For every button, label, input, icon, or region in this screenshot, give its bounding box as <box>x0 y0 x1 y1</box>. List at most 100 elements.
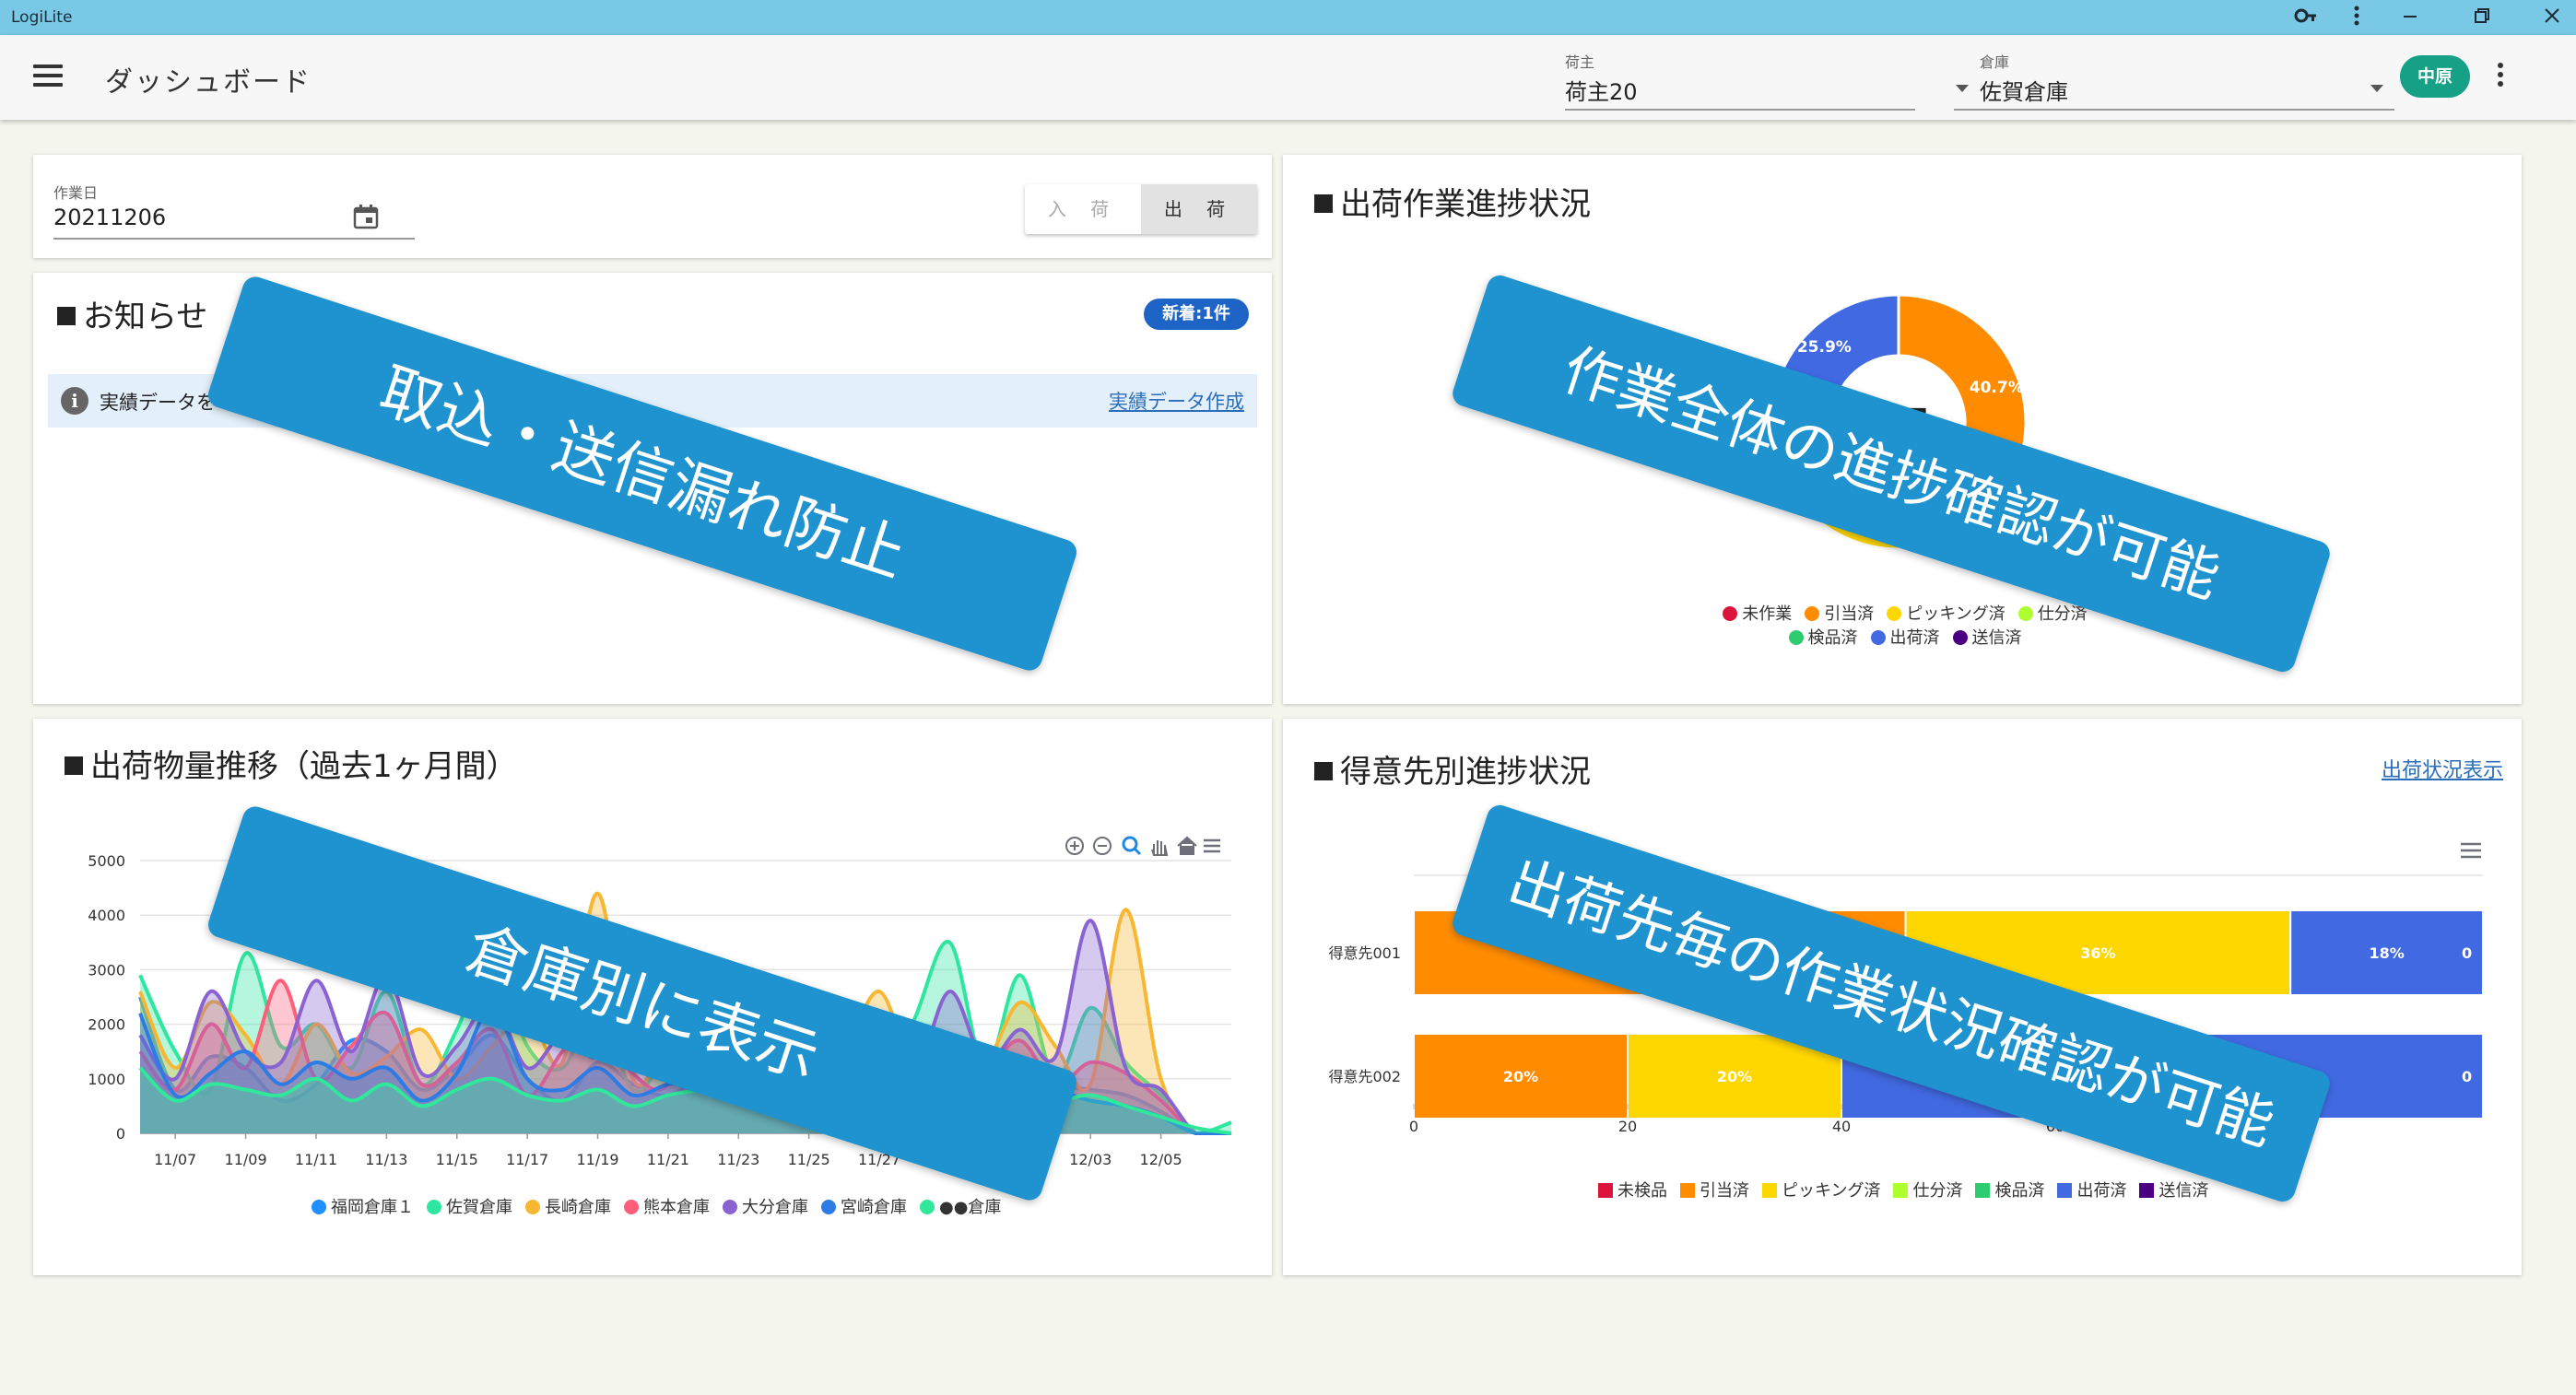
legend-marker <box>1975 1183 1991 1198</box>
restore-icon[interactable] <box>2468 4 2496 36</box>
legend-item[interactable]: 仕分済 <box>1893 1178 1962 1202</box>
shipper-label: 荷主 <box>1565 53 1595 71</box>
legend-label: 検品済 <box>1994 1181 2045 1201</box>
legend-marker <box>2017 606 2033 621</box>
x-tick-label: 40 <box>1832 1118 1851 1135</box>
x-tick-label: 0 <box>1409 1118 1418 1135</box>
x-tick-label: 12/03 <box>1069 1151 1112 1168</box>
dropdown-arrow-icon[interactable] <box>2370 85 2383 92</box>
close-icon[interactable] <box>2538 4 2566 36</box>
legend-marker <box>1870 630 1886 645</box>
legend-label: 仕分済 <box>2037 604 2088 624</box>
x-tick-label: 11/11 <box>295 1151 337 1168</box>
legend-label: 送信済 <box>1971 628 2022 648</box>
square-bullet-icon <box>65 756 83 775</box>
legend-item[interactable]: 送信済 <box>2139 1178 2208 1202</box>
legend-item[interactable]: 宮崎倉庫 <box>821 1194 907 1218</box>
legend-item[interactable]: 未作業 <box>1723 601 1792 625</box>
legend-label: ●●倉庫 <box>939 1198 1002 1217</box>
square-bullet-icon <box>1314 194 1333 213</box>
customer-title-text: 得意先別進捗状況 <box>1340 754 1591 791</box>
x-tick-label: 11/17 <box>506 1151 548 1168</box>
warehouse-select[interactable]: 倉庫 佐賀倉庫 <box>1954 46 2394 111</box>
date-card: 作業日 20211206 入 荷 出 荷 <box>33 155 1272 258</box>
legend-item[interactable]: 出荷済 <box>2057 1178 2126 1202</box>
warehouse-label: 倉庫 <box>1980 53 2010 71</box>
legend-marker <box>525 1200 540 1214</box>
legend-item[interactable]: 福岡倉庫１ <box>312 1194 414 1218</box>
legend-marker <box>821 1200 836 1214</box>
shipment-status-link[interactable]: 出荷状況表示 <box>2382 754 2503 783</box>
outbound-toggle-button[interactable]: 出 荷 <box>1141 184 1257 234</box>
legend-item[interactable]: 検品済 <box>1788 625 1858 649</box>
legend-item[interactable]: ●●倉庫 <box>920 1194 1001 1218</box>
legend-item[interactable]: 引当済 <box>1805 601 1874 625</box>
legend-label: 引当済 <box>1824 604 1875 624</box>
bar-data-label: 20% <box>1503 1068 1538 1085</box>
legend-label: 佐賀倉庫 <box>446 1198 512 1217</box>
square-bullet-icon <box>1314 762 1333 780</box>
window-title: LogiLite <box>11 8 73 27</box>
create-results-link[interactable]: 実績データ作成 <box>1109 387 1244 415</box>
x-tick-label: 11/13 <box>365 1151 407 1168</box>
legend-marker <box>624 1200 639 1214</box>
x-tick-label: 11/07 <box>154 1151 196 1168</box>
window-titlebar: LogiLite <box>0 0 2576 35</box>
minimize-icon[interactable] <box>2396 4 2424 36</box>
legend-label: 送信済 <box>2158 1181 2209 1201</box>
legend-label: 未作業 <box>1742 604 1793 624</box>
x-tick-label: 20 <box>1618 1118 1637 1135</box>
legend-label: 熊本倉庫 <box>643 1198 710 1217</box>
legend-marker <box>1762 1183 1777 1198</box>
legend-item[interactable]: 佐賀倉庫 <box>427 1194 512 1218</box>
legend-label: 検品済 <box>1807 628 1858 648</box>
legend-item[interactable]: 大分倉庫 <box>723 1194 808 1218</box>
bar-data-label: 36% <box>2080 944 2115 962</box>
legend-item[interactable]: 送信済 <box>1952 625 2022 649</box>
legend-marker <box>2139 1183 2155 1198</box>
volume-title-text: 出荷物量推移（過去1ヶ月間） <box>90 748 518 785</box>
news-message: 実績データを <box>100 392 216 414</box>
news-title-text: お知らせ <box>83 299 208 335</box>
legend-label: 未検品 <box>1617 1181 1667 1201</box>
news-title: お知らせ <box>57 291 207 336</box>
user-avatar-button[interactable]: 中原 <box>2400 55 2470 98</box>
x-tick-label: 11/23 <box>717 1151 759 1168</box>
legend-item[interactable]: 出荷済 <box>1870 625 1940 649</box>
legend-item[interactable]: ピッキング済 <box>1887 601 2006 625</box>
calendar-icon[interactable] <box>352 203 380 230</box>
chevron-down-icon <box>1956 85 1969 92</box>
legend-marker <box>1805 606 1820 621</box>
legend-marker <box>920 1200 935 1214</box>
legend-label: ピッキング済 <box>1906 604 2006 624</box>
category-label: 得意先002 <box>1328 1068 1401 1085</box>
legend-marker <box>427 1200 441 1214</box>
hamburger-menu-icon[interactable] <box>33 64 63 88</box>
legend-label: 仕分済 <box>1912 1181 1963 1201</box>
bar-data-label: 0 <box>2462 944 2472 962</box>
y-tick-label: 1000 <box>88 1071 125 1088</box>
legend-label: 出荷済 <box>1889 628 1940 648</box>
legend-item[interactable]: 長崎倉庫 <box>525 1194 611 1218</box>
legend-label: 出荷済 <box>2076 1181 2127 1201</box>
key-icon[interactable] <box>2292 4 2320 36</box>
y-tick-label: 4000 <box>88 907 125 924</box>
info-icon: i <box>61 387 88 415</box>
inbound-toggle-button[interactable]: 入 荷 <box>1025 184 1141 234</box>
square-bullet-icon <box>57 307 76 325</box>
legend-item[interactable]: 熊本倉庫 <box>624 1194 710 1218</box>
legend-item[interactable]: 引当済 <box>1680 1178 1749 1202</box>
x-tick-label: 11/09 <box>225 1151 267 1168</box>
legend-item[interactable]: 検品済 <box>1975 1178 2044 1202</box>
work-date-input[interactable]: 20211206 <box>53 205 166 230</box>
progress-legend: 未作業 引当済 ピッキング済 仕分済検品済 出荷済 送信済 <box>1718 601 2105 649</box>
slice-data-label: 40.7% <box>1970 379 2024 397</box>
y-tick-label: 2000 <box>88 1016 125 1034</box>
legend-marker <box>1788 630 1804 645</box>
legend-item[interactable]: 未検品 <box>1598 1178 1667 1202</box>
more-vert-icon[interactable] <box>2343 4 2370 36</box>
legend-item[interactable]: ピッキング済 <box>1762 1178 1880 1202</box>
app-menu-icon[interactable] <box>2498 63 2505 90</box>
shipper-select[interactable]: 荷主 荷主20 <box>1565 46 1915 111</box>
page-title: ダッシュボード <box>105 66 312 99</box>
